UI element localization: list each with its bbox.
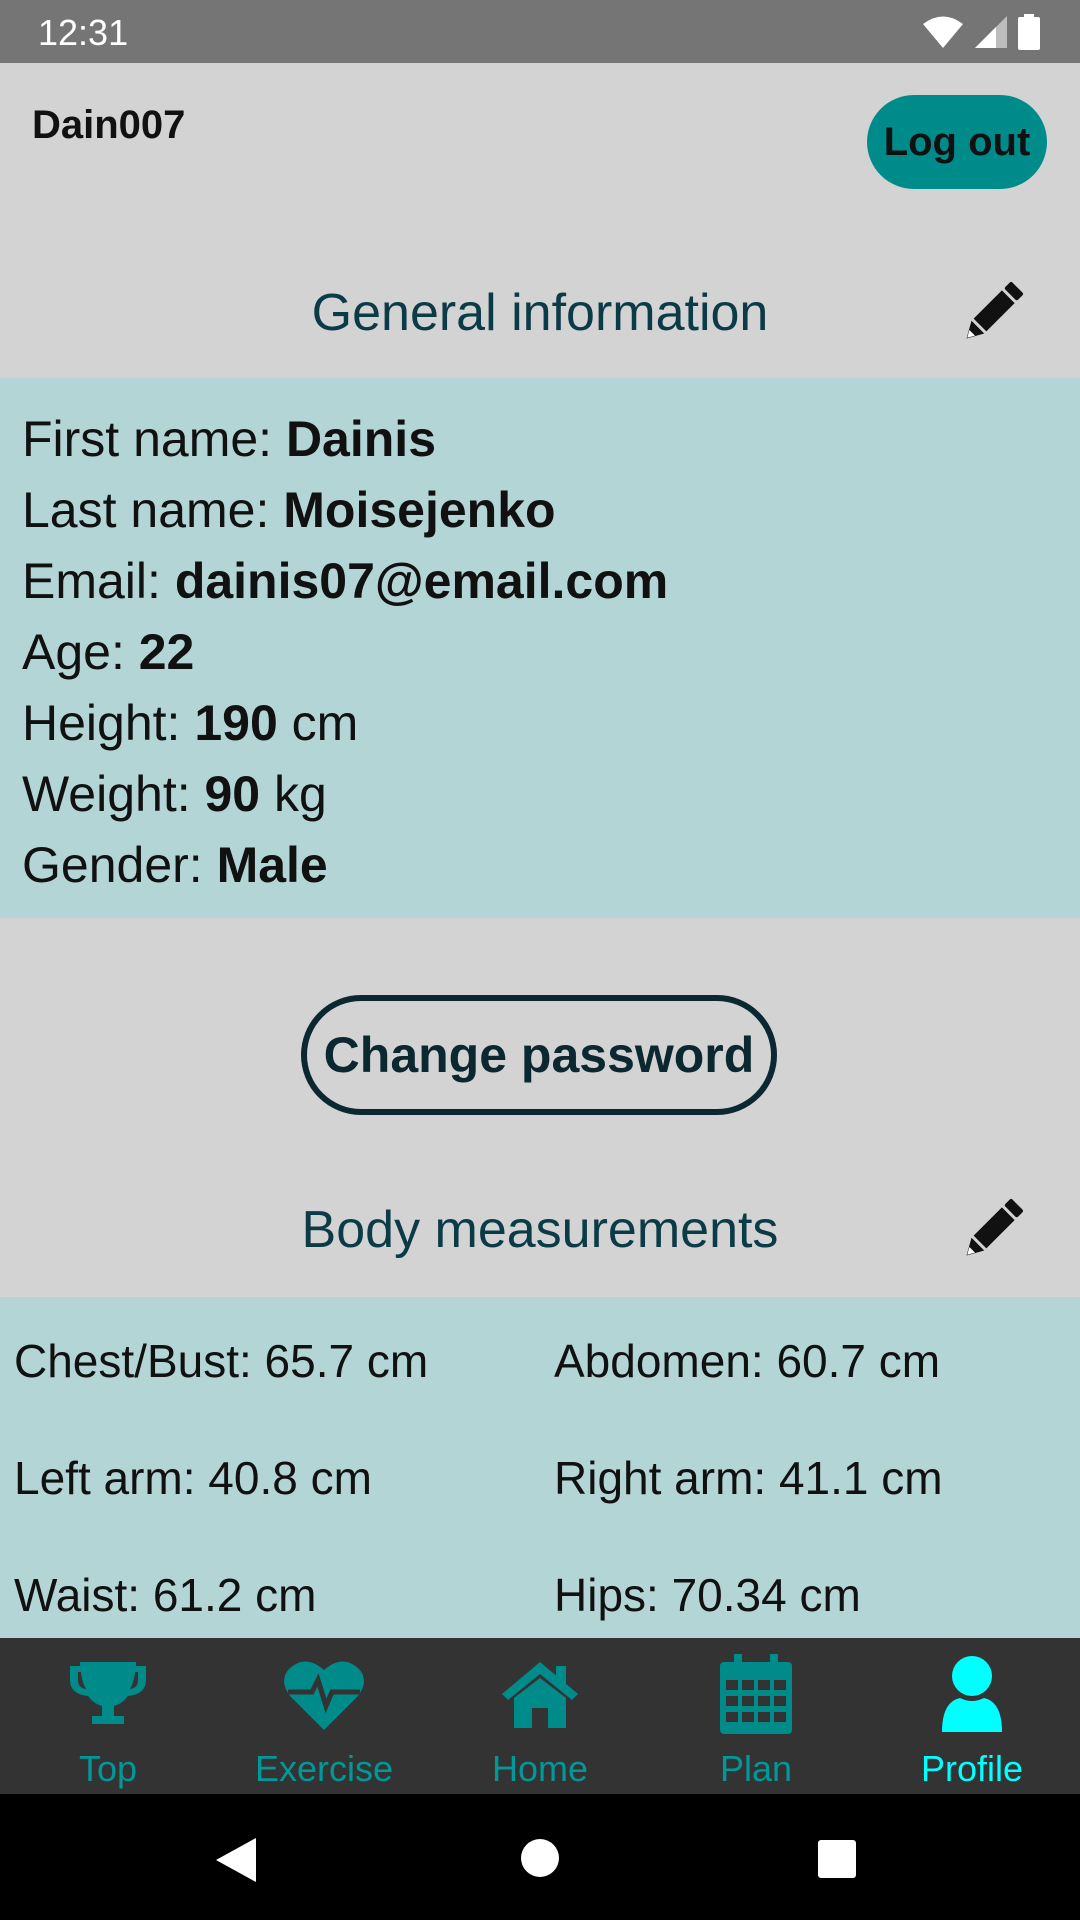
hips-measurement: Hips: 70.34 cm: [554, 1569, 861, 1621]
heartbeat-icon: [284, 1661, 364, 1730]
left-arm-measurement: Left arm: 40.8 cm: [14, 1452, 372, 1504]
nav-label-exercise: Exercise: [254, 1748, 394, 1789]
first-name-label: First name:: [22, 411, 286, 467]
status-time: 12:31: [38, 12, 129, 53]
weight-row: Weight: 90 kg: [22, 765, 327, 823]
nav-item-exercise[interactable]: Exercise: [216, 1638, 432, 1794]
last-name-value: Moisejenko: [283, 482, 556, 538]
nav-label-plan: Plan: [719, 1748, 793, 1789]
profile-header: Dain007 Log out: [0, 63, 1080, 213]
username: Dain007: [32, 103, 186, 147]
general-info-panel: First name: Dainis Last name: Moisejenko…: [0, 378, 1080, 918]
email-label: Email:: [22, 553, 175, 609]
trophy-icon: [70, 1662, 146, 1724]
right-arm-measurement: Right arm: 41.1 cm: [554, 1452, 943, 1504]
body-measurements-panel: Chest/Bust: 65.7 cm Abdomen: 60.7 cm Lef…: [0, 1297, 1080, 1638]
status-icons: [922, 14, 1040, 50]
gender-row: Gender: Male: [22, 836, 328, 894]
first-name-value: Dainis: [285, 411, 437, 467]
height-value: 190: [194, 695, 278, 751]
system-nav-bar: [0, 1794, 1080, 1920]
signal-icon: [975, 16, 1007, 48]
nav-item-profile[interactable]: Profile: [864, 1638, 1080, 1794]
general-info-title: General information: [311, 284, 769, 342]
nav-label-profile: Profile: [920, 1748, 1024, 1789]
weight-value: 90: [204, 766, 261, 822]
nav-item-plan[interactable]: Plan: [648, 1638, 864, 1794]
logout-button[interactable]: Log out: [867, 95, 1047, 189]
email-value: dainis07@email.com: [174, 553, 669, 609]
battery-icon: [1018, 14, 1040, 50]
email-row: Email: dainis07@email.com: [22, 552, 668, 610]
age-row: Age: 22: [22, 623, 194, 681]
abdomen-measurement: Abdomen: 60.7 cm: [554, 1335, 941, 1387]
status-bar: 12:31: [0, 0, 1080, 63]
bottom-nav: Top Exercise Home Plan Profile: [0, 1638, 1080, 1794]
recents-icon[interactable]: [818, 1840, 856, 1878]
home-icon: [502, 1662, 578, 1728]
gender-value: Male: [216, 837, 328, 893]
general-info-header: General information: [0, 253, 1080, 373]
nav-item-home[interactable]: Home: [432, 1638, 648, 1794]
first-name-row: First name: Dainis: [22, 410, 436, 468]
edit-general-info-icon[interactable]: [956, 277, 1028, 349]
last-name-label: Last name:: [22, 482, 284, 538]
height-unit: cm: [277, 695, 359, 751]
edit-body-measurements-icon[interactable]: [956, 1194, 1028, 1266]
body-measurements-header: Body measurements: [0, 1170, 1080, 1290]
chest-measurement: Chest/Bust: 65.7 cm: [14, 1335, 429, 1387]
body-measurements-title: Body measurements: [301, 1201, 779, 1259]
age-label: Age:: [22, 624, 139, 680]
wifi-icon: [923, 16, 963, 48]
user-icon: [942, 1656, 1002, 1732]
weight-unit: kg: [260, 766, 327, 822]
change-password-button[interactable]: Change password: [301, 995, 777, 1115]
gender-label: Gender:: [22, 837, 217, 893]
last-name-row: Last name: Moisejenko: [22, 481, 556, 539]
calendar-icon: [720, 1654, 792, 1734]
home-circle-icon[interactable]: [520, 1838, 560, 1878]
height-row: Height: 190 cm: [22, 694, 358, 752]
back-icon[interactable]: [214, 1836, 258, 1884]
waist-measurement: Waist: 61.2 cm: [14, 1569, 317, 1621]
weight-label: Weight:: [22, 766, 205, 822]
age-value: 22: [138, 624, 195, 680]
height-label: Height:: [22, 695, 195, 751]
nav-item-top[interactable]: Top: [0, 1638, 216, 1794]
nav-label-home: Home: [491, 1748, 589, 1789]
nav-label-top: Top: [78, 1748, 138, 1789]
